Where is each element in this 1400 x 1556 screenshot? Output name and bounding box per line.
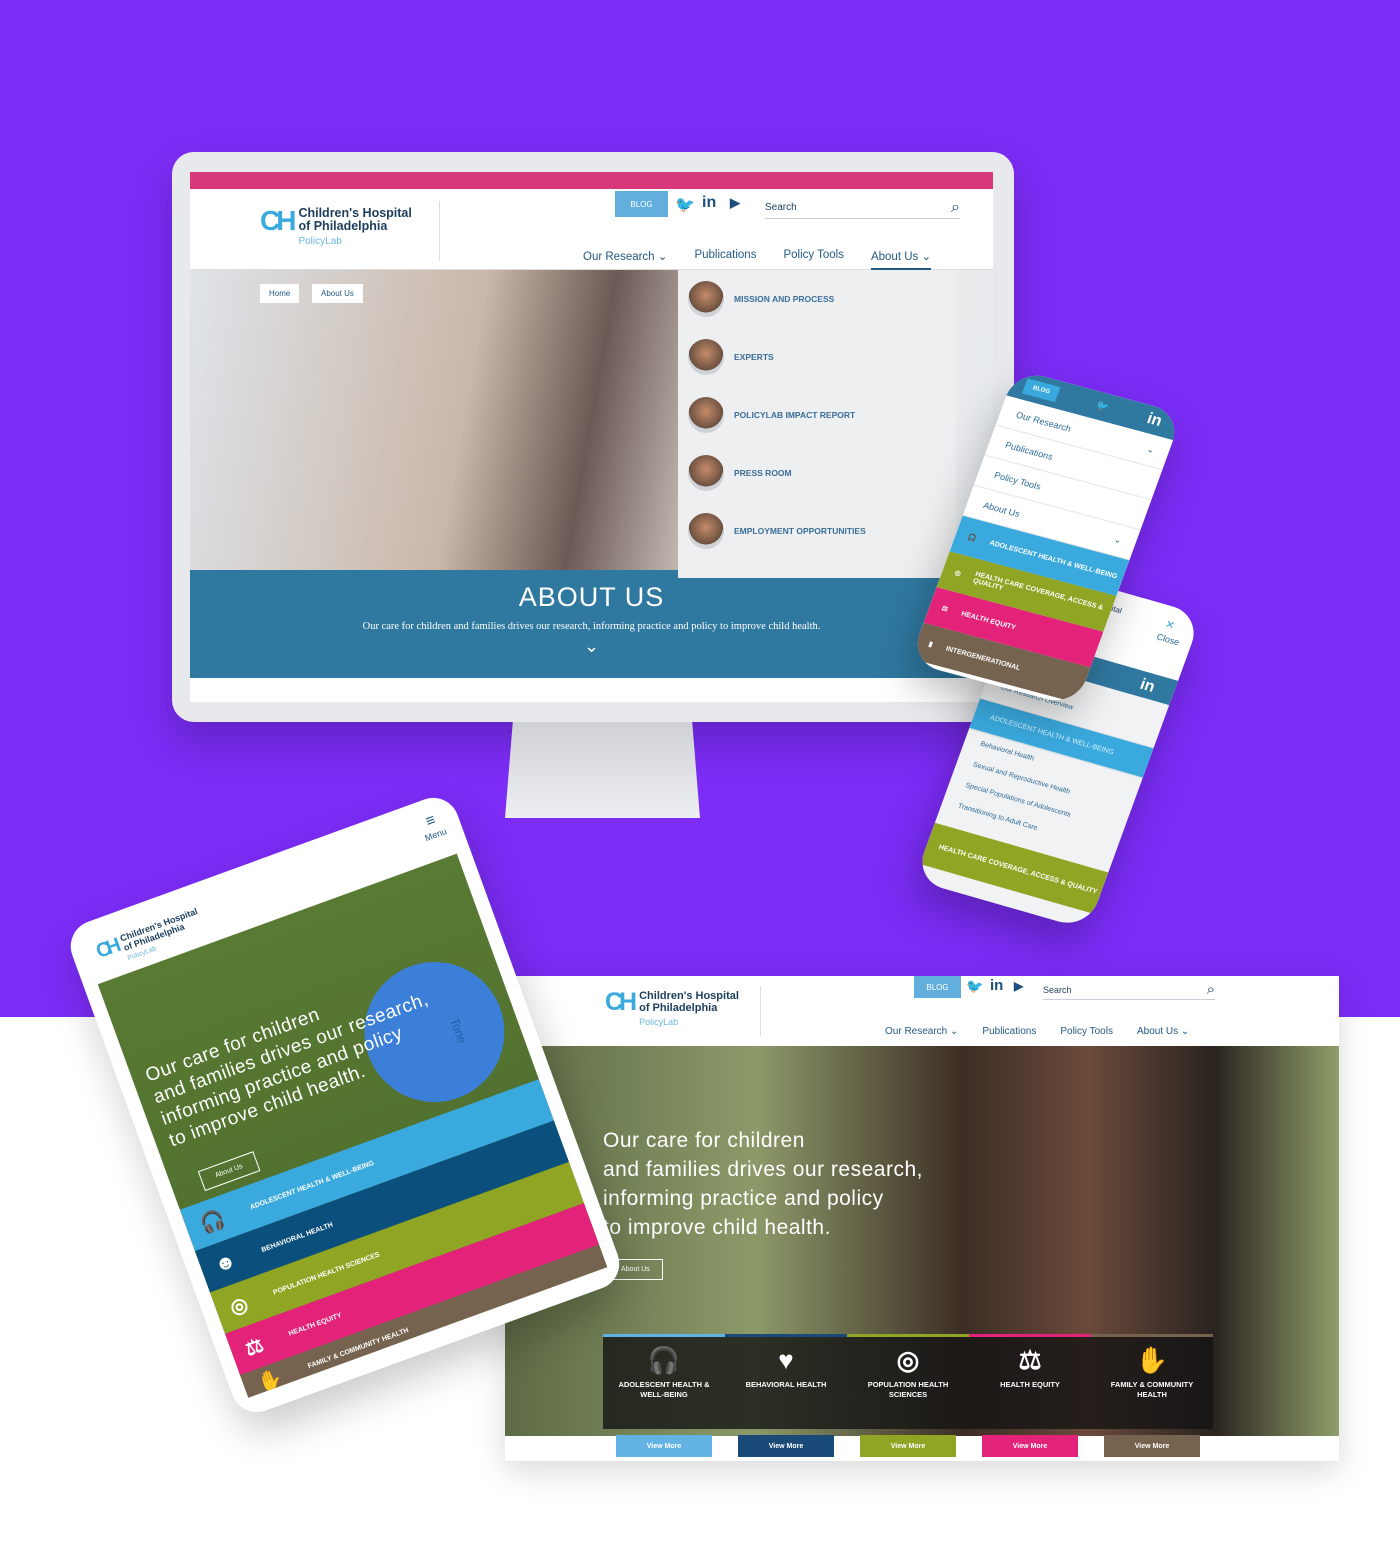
- key-signal-icon: ◎: [227, 1292, 251, 1320]
- chevron-down-icon: ⌄: [1145, 443, 1157, 456]
- view-more-button[interactable]: View More: [738, 1435, 834, 1457]
- search-icon: ⌕: [1206, 981, 1215, 998]
- about-dropdown: MISSION AND PROCESS EXPERTS POLICYLAB IM…: [678, 270, 956, 578]
- logo[interactable]: CH Children's Hospital of Philadelphia Pol…: [605, 988, 739, 1028]
- key-signal-icon: ◎: [953, 569, 962, 578]
- view-more-button[interactable]: View More: [982, 1435, 1078, 1457]
- nav-about-us[interactable]: About Us ⌄: [1137, 1026, 1189, 1037]
- caduceus-scales-icon: ⚖: [940, 605, 949, 614]
- logo-mark: CH: [260, 205, 297, 236]
- card-adolescent[interactable]: 🎧 ADOLESCENT HEALTH & WELL-BEING View More: [603, 1334, 725, 1457]
- divider: [439, 201, 440, 261]
- hero-headline: Our care for children and families drives…: [142, 988, 432, 1152]
- view-more-button[interactable]: View More: [616, 1435, 712, 1457]
- hand-icon: ✋: [1135, 1345, 1169, 1375]
- logo-line2: of Philadelphia: [639, 1002, 718, 1014]
- search-input[interactable]: Search ⌕: [1043, 980, 1215, 1000]
- twitter-icon[interactable]: 🐦: [1095, 400, 1111, 414]
- dropdown-item[interactable]: PRESS ROOM: [678, 444, 956, 502]
- nav-policy-tools[interactable]: Policy Tools: [783, 249, 844, 271]
- top-accent-bar: [190, 172, 993, 189]
- linkedin-icon[interactable]: in: [702, 194, 716, 212]
- dropdown-item[interactable]: EMPLOYMENT OPPORTUNITIES: [678, 502, 956, 560]
- avatar: [688, 281, 724, 317]
- hero-headline: Our care for children and families drives…: [603, 1129, 923, 1239]
- blog-button[interactable]: BLOG: [914, 976, 961, 998]
- homepage-screenshot: CH Children's Hospital of Philadelphia Pol…: [505, 976, 1339, 1461]
- avatar: [688, 339, 724, 375]
- headphones-brain-icon: 🎧: [196, 1207, 228, 1237]
- chevron-down-icon: ⌄: [657, 251, 668, 263]
- logo-line1: Children's Hospital: [639, 990, 739, 1002]
- twitter-icon[interactable]: 🐦: [675, 195, 695, 215]
- nav-policy-tools[interactable]: Policy Tools: [1060, 1026, 1113, 1037]
- headphones-brain-icon: 🎧: [966, 533, 978, 543]
- avatar: [688, 397, 724, 433]
- scroll-down-icon[interactable]: ⌄: [190, 636, 993, 657]
- logo[interactable]: CH Children's Hospital of Philadelphia Pol…: [260, 205, 412, 248]
- dropdown-item[interactable]: MISSION AND PROCESS: [678, 270, 956, 328]
- site-header: CH Children's Hospital of Philadelphia Pol…: [190, 189, 993, 271]
- main-nav: Our Research ⌄ Publications Policy Tools…: [885, 1026, 1189, 1037]
- nav-our-research[interactable]: Our Research ⌄: [885, 1026, 958, 1037]
- view-more-button[interactable]: View More: [860, 1435, 956, 1457]
- search-placeholder: Search: [765, 202, 797, 213]
- close-button[interactable]: Close: [1155, 632, 1181, 648]
- logo-mark: CH: [93, 935, 121, 963]
- chevron-down-icon: ⌄: [950, 1026, 959, 1037]
- twitter-icon[interactable]: 🐦: [966, 978, 983, 995]
- chevron-down-icon: ⌄: [921, 251, 932, 263]
- chevron-down-icon: ⌄: [1180, 1026, 1190, 1037]
- youtube-icon[interactable]: ▶: [730, 195, 740, 211]
- avatar: [688, 513, 724, 549]
- caduceus-scales-icon: ⚖: [1018, 1345, 1042, 1375]
- youtube-icon[interactable]: ▶: [1014, 979, 1023, 993]
- menu-button[interactable]: ≡ Menu: [417, 809, 448, 843]
- monitor-stand: [505, 722, 700, 818]
- about-banner: ABOUT US Our care for children and famil…: [190, 570, 993, 678]
- linkedin-icon[interactable]: in: [990, 977, 1003, 994]
- nav-our-research[interactable]: Our Research ⌄: [583, 249, 667, 271]
- logo-mark: CH: [605, 988, 637, 1016]
- hand-icon: ✋: [254, 1366, 286, 1396]
- avatar: [688, 455, 724, 491]
- nav-about-us[interactable]: About Us ⌄: [870, 249, 932, 271]
- logo-sub: PolicyLab: [298, 236, 342, 247]
- search-icon[interactable]: ⌕: [951, 199, 960, 217]
- search-input[interactable]: Search ⌕: [765, 197, 960, 219]
- chevron-down-icon: ⌄: [1112, 534, 1124, 546]
- close-icon[interactable]: ✕: [1163, 618, 1176, 633]
- logo-line2: of Philadelphia: [298, 219, 388, 233]
- dropdown-item[interactable]: POLICYLAB IMPACT REPORT: [678, 386, 956, 444]
- page-intro: Our care for children and families drive…: [362, 621, 821, 632]
- headphones-brain-icon: 🎧: [647, 1345, 681, 1375]
- card-behavioral[interactable]: ♥ BEHAVIORAL HEALTH View More: [725, 1334, 847, 1457]
- nav-publications[interactable]: Publications: [982, 1026, 1036, 1037]
- logo-sub: PolicyLab: [639, 1017, 679, 1027]
- blog-button[interactable]: BLOG: [615, 191, 668, 217]
- desktop-screen: CH Children's Hospital of Philadelphia Pol…: [190, 172, 993, 702]
- head-heart-icon: ♥: [778, 1345, 794, 1375]
- divider: [760, 986, 761, 1036]
- card-population[interactable]: ◎ POPULATION HEALTH SCIENCES View More: [847, 1334, 969, 1457]
- research-cards: 🎧 ADOLESCENT HEALTH & WELL-BEING View More…: [603, 1334, 1213, 1457]
- card-equity[interactable]: ⚖ HEALTH EQUITY View More: [969, 1334, 1091, 1457]
- breadcrumb-about[interactable]: About Us: [312, 284, 363, 303]
- view-more-button[interactable]: View More: [1104, 1435, 1200, 1457]
- head-icon: ☻: [211, 1249, 239, 1277]
- dropdown-item[interactable]: EXPERTS: [678, 328, 956, 386]
- nav-publications[interactable]: Publications: [694, 249, 756, 271]
- linkedin-icon[interactable]: in: [1144, 410, 1165, 431]
- card-family[interactable]: ✋ FAMILY & COMMUNITY HEALTH View More: [1091, 1334, 1213, 1457]
- caduceus-scales-icon: ⚖: [242, 1333, 267, 1361]
- key-signal-icon: ◎: [896, 1345, 920, 1375]
- blog-button[interactable]: BLOG: [1022, 378, 1061, 403]
- bars-icon: ▮: [927, 640, 934, 649]
- linkedin-icon[interactable]: in: [1138, 676, 1158, 696]
- breadcrumb-home[interactable]: Home: [260, 284, 300, 303]
- main-nav: Our Research ⌄ Publications Policy Tools…: [583, 249, 932, 271]
